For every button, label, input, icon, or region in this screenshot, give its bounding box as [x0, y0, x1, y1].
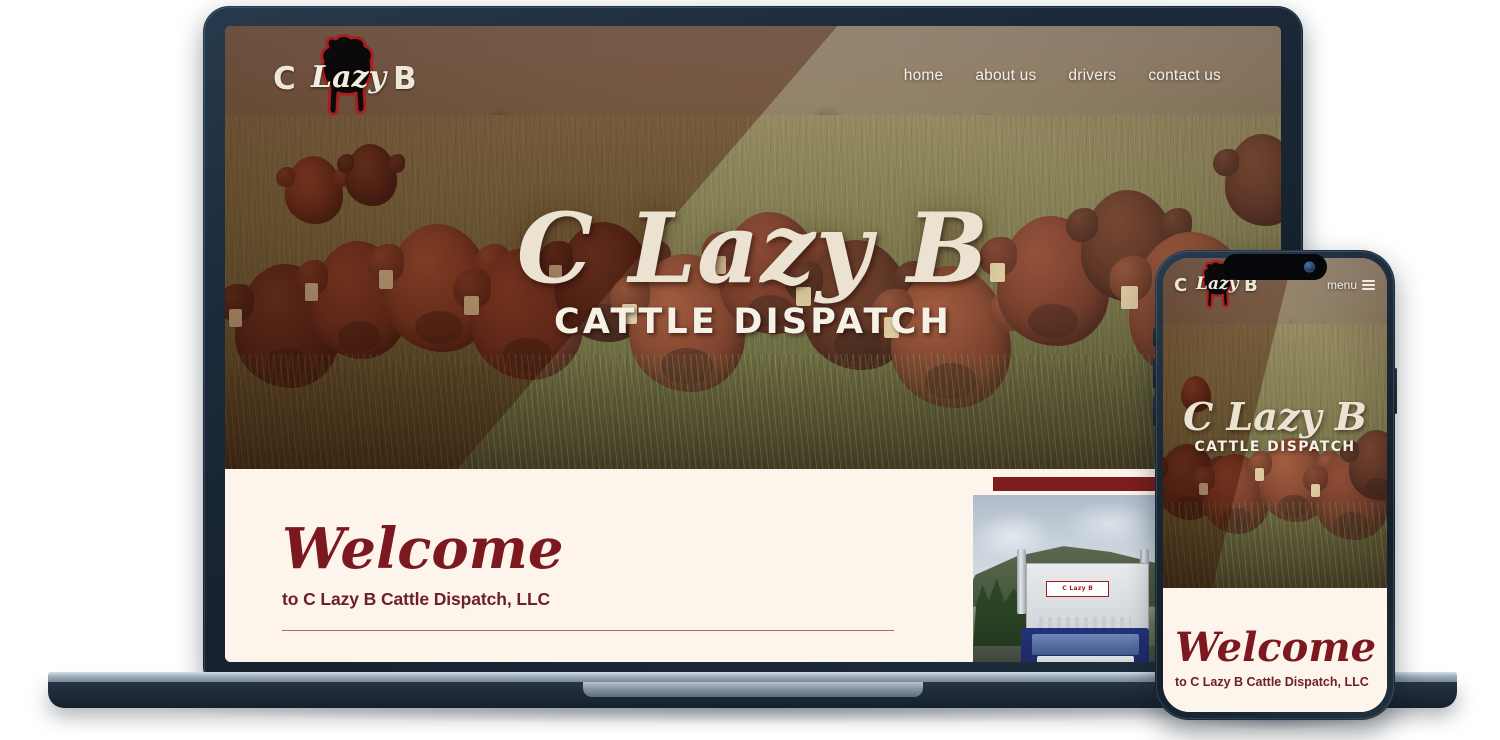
device-mockup-stage: C Lazy B home about us drivers contact u… [0, 0, 1500, 740]
windshield [1031, 633, 1139, 656]
nav-item-about-us[interactable]: about us [975, 67, 1036, 85]
phone-shadow [1179, 716, 1371, 730]
hero-title-block: C Lazy B CATTLE DISPATCH [225, 192, 1281, 343]
brand-logo[interactable]: C Lazy B [271, 33, 435, 119]
mobile-hero-section: C Lazy B menu C Lazy B CATTLE DISPATCH [1163, 258, 1387, 588]
phone-volume-down-button[interactable] [1153, 396, 1156, 426]
mobile-welcome-text-block: Welcome to C Lazy B Cattle Dispatch, LLC [1175, 624, 1377, 690]
nav-item-home[interactable]: home [904, 67, 944, 85]
brand-letter-c: C [1174, 275, 1188, 296]
hero-title: C Lazy B [516, 192, 990, 305]
mobile-hero-subtitle: CATTLE DISPATCH [1194, 439, 1356, 455]
air-horns [1039, 617, 1132, 629]
phone-silent-switch[interactable] [1153, 328, 1156, 346]
hamburger-icon [1362, 280, 1375, 290]
grille [1036, 656, 1134, 662]
phone-power-button[interactable] [1394, 368, 1397, 414]
mobile-menu-button[interactable]: menu [1327, 278, 1375, 292]
front-camera-icon [1304, 261, 1315, 273]
hero-section: C Lazy B home about us drivers contact u… [225, 26, 1281, 469]
welcome-text-block: Welcome to C Lazy B Cattle Dispatch, LLC [282, 521, 902, 631]
phone-screen: C Lazy B menu C Lazy B CATTLE DISPATCH W… [1163, 258, 1387, 712]
site-header: C Lazy B home about us drivers contact u… [225, 26, 1281, 126]
welcome-subtitle: to C Lazy B Cattle Dispatch, LLC [282, 589, 551, 609]
bull-silhouette-icon [315, 33, 377, 119]
truck-door-logo: C Lazy B [1046, 580, 1110, 597]
exhaust-stack-left [1017, 549, 1026, 614]
mobile-menu-label: menu [1326, 278, 1357, 292]
laptop-screen: C Lazy B home about us drivers contact u… [225, 26, 1281, 662]
nav-item-contact-us[interactable]: contact us [1148, 67, 1221, 85]
brand-letter-c: C [273, 61, 297, 97]
mobile-welcome-subtitle: to C Lazy B Cattle Dispatch, LLC [1175, 675, 1369, 689]
laptop-base-notch [582, 682, 923, 697]
brand-letter-b: B [393, 61, 418, 97]
welcome-title: Welcome [282, 516, 564, 582]
main-navigation: home about us drivers contact us [904, 67, 1221, 85]
mobile-hero-title: C Lazy B [1183, 394, 1367, 439]
phone-notch [1223, 254, 1327, 280]
mobile-welcome-title: Welcome [1175, 624, 1377, 671]
phone-volume-up-button[interactable] [1153, 358, 1156, 388]
mobile-welcome-section: Welcome to C Lazy B Cattle Dispatch, LLC [1163, 588, 1387, 712]
divider [282, 630, 894, 631]
truck-cab [1021, 628, 1149, 662]
mobile-hero-title-block: C Lazy B CATTLE DISPATCH [1163, 394, 1387, 456]
truck-logo-text: C Lazy B [1062, 585, 1094, 593]
phone-mockup: C Lazy B menu C Lazy B CATTLE DISPATCH W… [1153, 250, 1397, 730]
website-desktop-view: C Lazy B home about us drivers contact u… [225, 26, 1281, 662]
laptop-mockup: C Lazy B home about us drivers contact u… [203, 6, 1303, 678]
nav-item-drivers[interactable]: drivers [1068, 67, 1116, 85]
welcome-section: Welcome to C Lazy B Cattle Dispatch, LLC [225, 469, 1281, 662]
hero-subtitle: CATTLE DISPATCH [554, 302, 952, 343]
